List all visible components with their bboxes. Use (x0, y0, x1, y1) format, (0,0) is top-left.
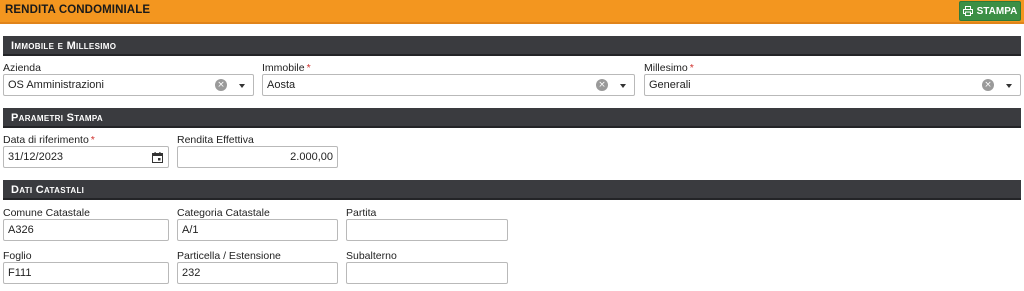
print-button-label: STAMPA (976, 5, 1018, 17)
clear-icon[interactable]: × (596, 79, 608, 91)
comune-catastale-input[interactable]: A326 (3, 219, 169, 241)
partita-input[interactable] (346, 219, 508, 241)
foglio-label: Foglio (3, 250, 32, 262)
rendita-effettiva-input[interactable]: 2.000,00 (177, 146, 338, 168)
page-title: RENDITA CONDOMINIALE (5, 4, 151, 16)
data-riferimento-input[interactable]: 31/12/2023 (3, 146, 169, 168)
azienda-select[interactable]: OS Amministrazioni × (3, 74, 254, 96)
azienda-label: Azienda (3, 62, 41, 74)
categoria-catastale-input[interactable]: A/1 (177, 219, 338, 241)
subalterno-input[interactable] (346, 262, 508, 284)
immobile-value: Aosta (267, 79, 296, 91)
millesimo-label: Millesimo * (644, 62, 694, 74)
comune-catastale-value: A326 (8, 224, 34, 236)
millesimo-select[interactable]: Generali × (644, 74, 1021, 96)
page-header: RENDITA CONDOMINIALE STAMPA (0, 0, 1024, 24)
section-title-immobile: Immobile e Millesimo (11, 40, 117, 52)
foglio-value: F111 (8, 267, 32, 279)
calendar-icon[interactable] (152, 152, 163, 163)
categoria-catastale-label: Categoria Catastale (177, 207, 270, 219)
section-title-catastali: Dati Catastali (11, 184, 85, 196)
print-button[interactable]: STAMPA (959, 1, 1021, 21)
printer-icon (962, 6, 973, 16)
section-immobile-millesimo: Immobile e Millesimo (3, 36, 1021, 56)
data-riferimento-label: Data di riferimento * (3, 134, 95, 146)
chevron-down-icon[interactable] (239, 84, 245, 88)
clear-icon[interactable]: × (982, 79, 994, 91)
immobile-select[interactable]: Aosta × (262, 74, 635, 96)
azienda-value: OS Amministrazioni (8, 79, 104, 91)
subalterno-label: Subalterno (346, 250, 397, 262)
particella-estensione-value: 232 (182, 267, 201, 279)
required-marker: * (306, 62, 311, 74)
section-title-parametri: Parametri Stampa (11, 112, 104, 124)
particella-estensione-label: Particella / Estensione (177, 250, 281, 262)
required-marker: * (689, 62, 694, 74)
chevron-down-icon[interactable] (1006, 84, 1012, 88)
section-parametri-stampa: Parametri Stampa (3, 108, 1021, 128)
particella-estensione-input[interactable]: 232 (177, 262, 338, 284)
foglio-input[interactable]: F111 (3, 262, 169, 284)
chevron-down-icon[interactable] (620, 84, 626, 88)
section-dati-catastali: Dati Catastali (3, 180, 1021, 200)
clear-icon[interactable]: × (215, 79, 227, 91)
required-marker: * (90, 134, 95, 146)
rendita-effettiva-label: Rendita Effettiva (177, 134, 254, 146)
data-riferimento-value: 31/12/2023 (8, 151, 64, 163)
millesimo-value: Generali (649, 79, 691, 91)
categoria-catastale-value: A/1 (182, 224, 199, 236)
partita-label: Partita (346, 207, 377, 219)
rendita-effettiva-value: 2.000,00 (290, 151, 333, 163)
comune-catastale-label: Comune Catastale (3, 207, 90, 219)
immobile-label: Immobile * (262, 62, 311, 74)
